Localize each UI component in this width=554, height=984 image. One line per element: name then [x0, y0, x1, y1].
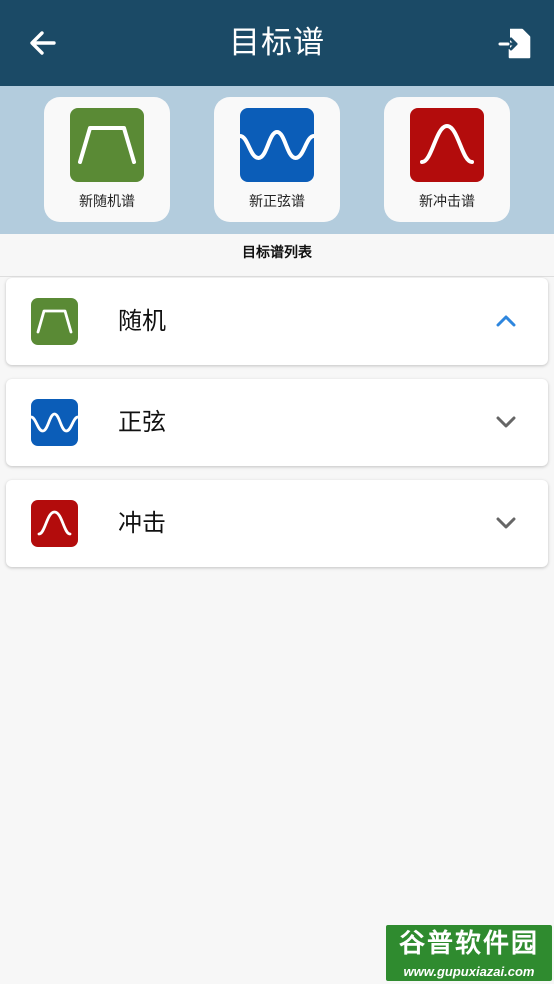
chevron-up-icon[interactable]: [494, 311, 518, 331]
list-item-label: 正弦: [118, 408, 166, 436]
list-title: 目标谱列表: [242, 245, 312, 261]
chevron-down-icon[interactable]: [494, 412, 518, 432]
new-sine-spectrum-button[interactable]: 新正弦谱: [214, 97, 340, 222]
quick-actions-bar: 新随机谱 新正弦谱 新冲击谱: [0, 86, 554, 234]
list-item-shock[interactable]: 冲击: [6, 480, 548, 567]
list-item-label: 随机: [118, 307, 166, 335]
list-item-sine[interactable]: 正弦: [6, 379, 548, 466]
chevron-down-icon[interactable]: [494, 513, 518, 533]
pulse-wave-icon: [31, 500, 78, 547]
watermark: 谷普软件园 www.gupuxiazai.com: [386, 925, 552, 981]
pulse-wave-icon: [410, 108, 484, 182]
watermark-url: www.gupuxiazai.com: [403, 964, 535, 979]
list-item-random[interactable]: 随机: [6, 278, 548, 365]
new-random-label: 新随机谱: [79, 194, 135, 210]
list-item-label: 冲击: [118, 509, 166, 537]
trapezoid-wave-icon: [70, 108, 144, 182]
page-title: 目标谱: [229, 25, 325, 61]
sine-wave-icon: [29, 399, 80, 446]
app-bar: 目标谱: [0, 0, 554, 86]
divider: [0, 276, 554, 277]
sine-wave-icon: [238, 108, 316, 182]
new-shock-spectrum-button[interactable]: 新冲击谱: [384, 97, 510, 222]
new-sine-label: 新正弦谱: [249, 194, 305, 210]
trapezoid-wave-icon: [31, 298, 78, 345]
new-shock-label: 新冲击谱: [419, 194, 475, 210]
file-import-icon[interactable]: [498, 26, 532, 60]
watermark-text: 谷普软件园: [398, 929, 539, 959]
new-random-spectrum-button[interactable]: 新随机谱: [44, 97, 170, 222]
